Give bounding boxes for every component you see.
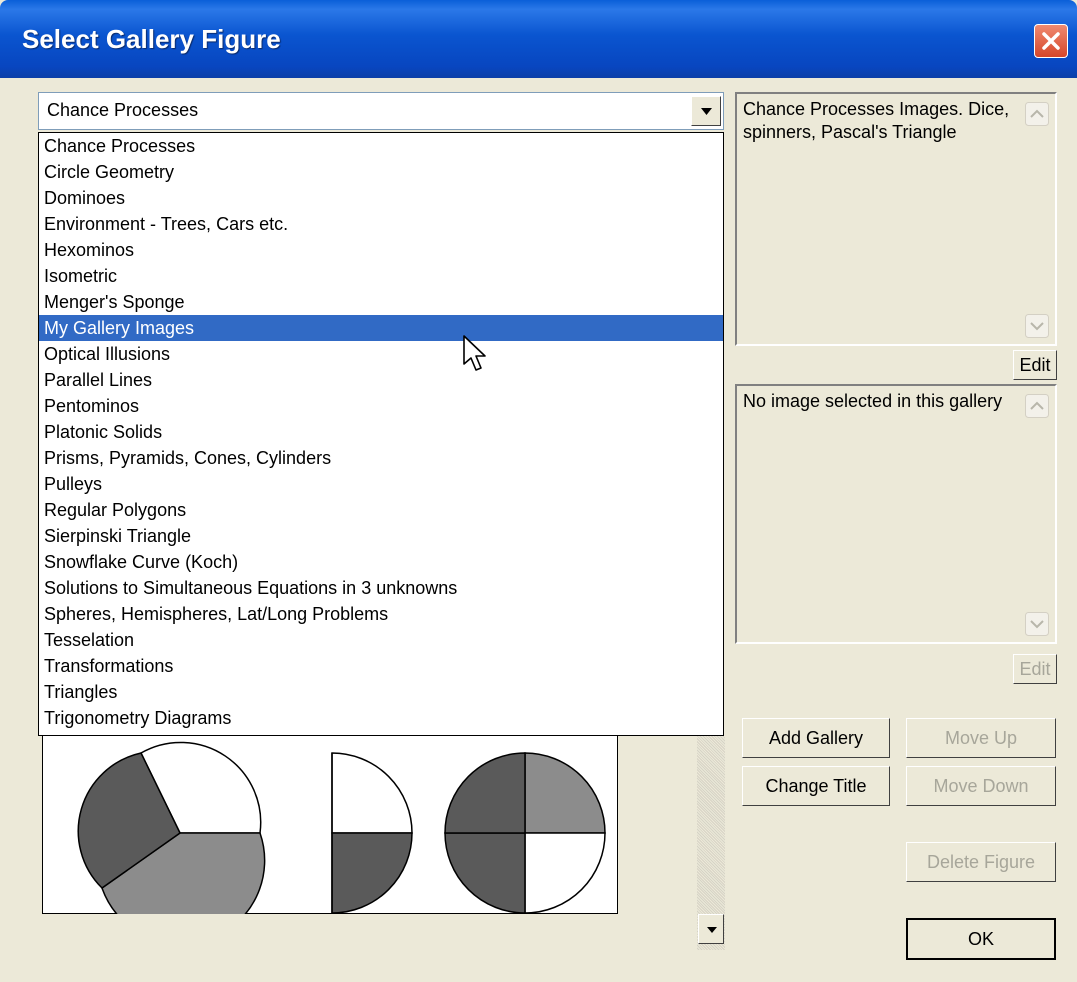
list-item[interactable]: Pulleys <box>39 471 723 497</box>
list-item[interactable]: Tesselation <box>39 627 723 653</box>
image-description-box: No image selected in this gallery <box>735 384 1057 644</box>
change-title-button[interactable]: Change Title <box>742 766 890 806</box>
ok-button[interactable]: OK <box>906 918 1056 960</box>
list-item[interactable]: Parallel Lines <box>39 367 723 393</box>
gallery-description-box: Chance Processes Images. Dice, spinners,… <box>735 92 1057 346</box>
list-item[interactable]: Platonic Solids <box>39 419 723 445</box>
list-item[interactable]: Solutions to Simultaneous Equations in 3… <box>39 575 723 601</box>
preview-vertical-scrollbar[interactable] <box>697 736 725 950</box>
window-title: Select Gallery Figure <box>22 24 281 54</box>
image-edit-button[interactable]: Edit <box>1013 654 1057 684</box>
scroll-down-button[interactable] <box>698 914 724 944</box>
scroll-up-icon[interactable] <box>1025 394 1049 418</box>
list-item[interactable]: Hexominos <box>39 237 723 263</box>
delete-figure-button[interactable]: Delete Figure <box>906 842 1056 882</box>
list-item[interactable]: Pentominos <box>39 393 723 419</box>
mouse-pointer-icon <box>463 335 486 371</box>
list-item[interactable]: Chance Processes <box>39 133 723 159</box>
image-description-text: No image selected in this gallery <box>743 391 1003 411</box>
list-item[interactable]: Optical Illusions <box>39 341 723 367</box>
list-item[interactable]: Transformations <box>39 653 723 679</box>
move-up-button[interactable]: Move Up <box>906 718 1056 758</box>
list-item[interactable]: Regular Polygons <box>39 497 723 523</box>
gallery-dropdown-list[interactable]: Chance Processes Circle Geometry Dominoe… <box>38 132 724 736</box>
list-item-highlighted[interactable]: My Gallery Images <box>39 315 723 341</box>
gallery-description-text: Chance Processes Images. Dice, spinners,… <box>743 99 1010 142</box>
add-gallery-button[interactable]: Add Gallery <box>742 718 890 758</box>
list-item[interactable]: Trigonometry Diagrams <box>39 705 723 731</box>
list-item[interactable]: Circle Geometry <box>39 159 723 185</box>
figure-preview[interactable] <box>42 736 618 914</box>
chevron-down-icon <box>701 108 712 115</box>
list-item[interactable]: Isometric <box>39 263 723 289</box>
gallery-edit-button[interactable]: Edit <box>1013 350 1057 380</box>
scroll-down-icon[interactable] <box>1025 612 1049 636</box>
scroll-up-icon[interactable] <box>1025 102 1049 126</box>
list-item[interactable]: Snowflake Curve (Koch) <box>39 549 723 575</box>
close-button[interactable] <box>1034 24 1068 58</box>
list-item[interactable]: Prisms, Pyramids, Cones, Cylinders <box>39 445 723 471</box>
list-item[interactable]: Dominoes <box>39 185 723 211</box>
list-item[interactable]: Triangles <box>39 679 723 705</box>
close-icon <box>1042 32 1060 50</box>
gallery-combobox[interactable]: Chance Processes <box>38 92 724 130</box>
chevron-down-icon <box>707 927 717 933</box>
gallery-combobox-value: Chance Processes <box>47 100 199 120</box>
scroll-down-icon[interactable] <box>1025 314 1049 338</box>
list-item[interactable]: Sierpinski Triangle <box>39 523 723 549</box>
combobox-dropdown-button[interactable] <box>691 96 721 126</box>
move-down-button[interactable]: Move Down <box>906 766 1056 806</box>
list-item[interactable]: Menger's Sponge <box>39 289 723 315</box>
list-item[interactable]: Spheres, Hemispheres, Lat/Long Problems <box>39 601 723 627</box>
title-bar: Select Gallery Figure <box>0 0 1077 78</box>
list-item[interactable]: Environment - Trees, Cars etc. <box>39 211 723 237</box>
spinner-figures <box>77 741 606 914</box>
